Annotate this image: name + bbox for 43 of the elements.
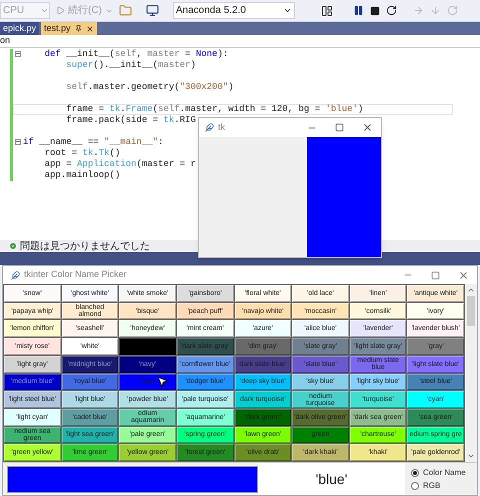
code-line: app = Application(master = r [44, 159, 196, 170]
fold-icon[interactable] [15, 138, 21, 144]
document-tab[interactable]: epick.py [0, 22, 40, 35]
mouse-cursor-icon [156, 375, 169, 388]
code-line: frame = tk.Frame(self.master, width = 120, bg = 'blue') [65, 104, 364, 115]
code-line: if __name__ == "__main__": [23, 137, 164, 148]
pin-icon[interactable] [74, 25, 82, 32]
stop-icon[interactable] [370, 6, 380, 16]
code-line: root = tk.Tk() [44, 148, 120, 159]
scroll-up-icon[interactable] [467, 286, 475, 294]
monitor-icon[interactable] [146, 4, 159, 17]
play-icon [56, 6, 65, 15]
maximize-icon[interactable] [335, 123, 344, 132]
code-line: super().__init__(master) [65, 60, 196, 71]
document-tab[interactable]: test.py [41, 22, 97, 35]
layout-icon[interactable] [320, 4, 333, 16]
window-title: tk [218, 120, 226, 134]
code-line: def __init__(self, master = None): [44, 49, 228, 60]
close-icon[interactable] [86, 24, 94, 32]
code-line: self.master.geometry("300x200") [65, 82, 234, 93]
code-line: frame.pack(side = tk.RIG [65, 115, 196, 126]
close-icon[interactable] [362, 122, 373, 133]
code-line: app.mainloop() [44, 170, 120, 181]
color-cell[interactable] [119, 338, 176, 355]
scroll-down-icon[interactable] [467, 452, 475, 460]
check-icon [9, 242, 17, 250]
feather-icon [205, 123, 214, 132]
status-text: 問題は見つかりませんでした [20, 240, 150, 252]
window-title: tkinter Color Name Picker [24, 268, 127, 282]
caret-icon [282, 6, 292, 15]
environment-dropdown[interactable]: Anaconda 5.2.0 [172, 2, 295, 19]
radio-option[interactable]: RGB [411, 481, 477, 490]
radio-option[interactable]: Color Name [411, 468, 477, 477]
scrollbar-thumb[interactable] [467, 296, 475, 326]
caret-icon [40, 6, 49, 15]
restart-icon[interactable] [386, 5, 397, 16]
folder-icon[interactable] [118, 4, 132, 17]
maximize-icon[interactable] [431, 270, 440, 280]
fold-icon[interactable] [15, 50, 21, 56]
breadcrumb[interactable]: on [0, 34, 10, 48]
pause-icon[interactable] [352, 5, 364, 16]
feather-icon [11, 270, 20, 280]
color-name: 'blue' [316, 470, 348, 488]
